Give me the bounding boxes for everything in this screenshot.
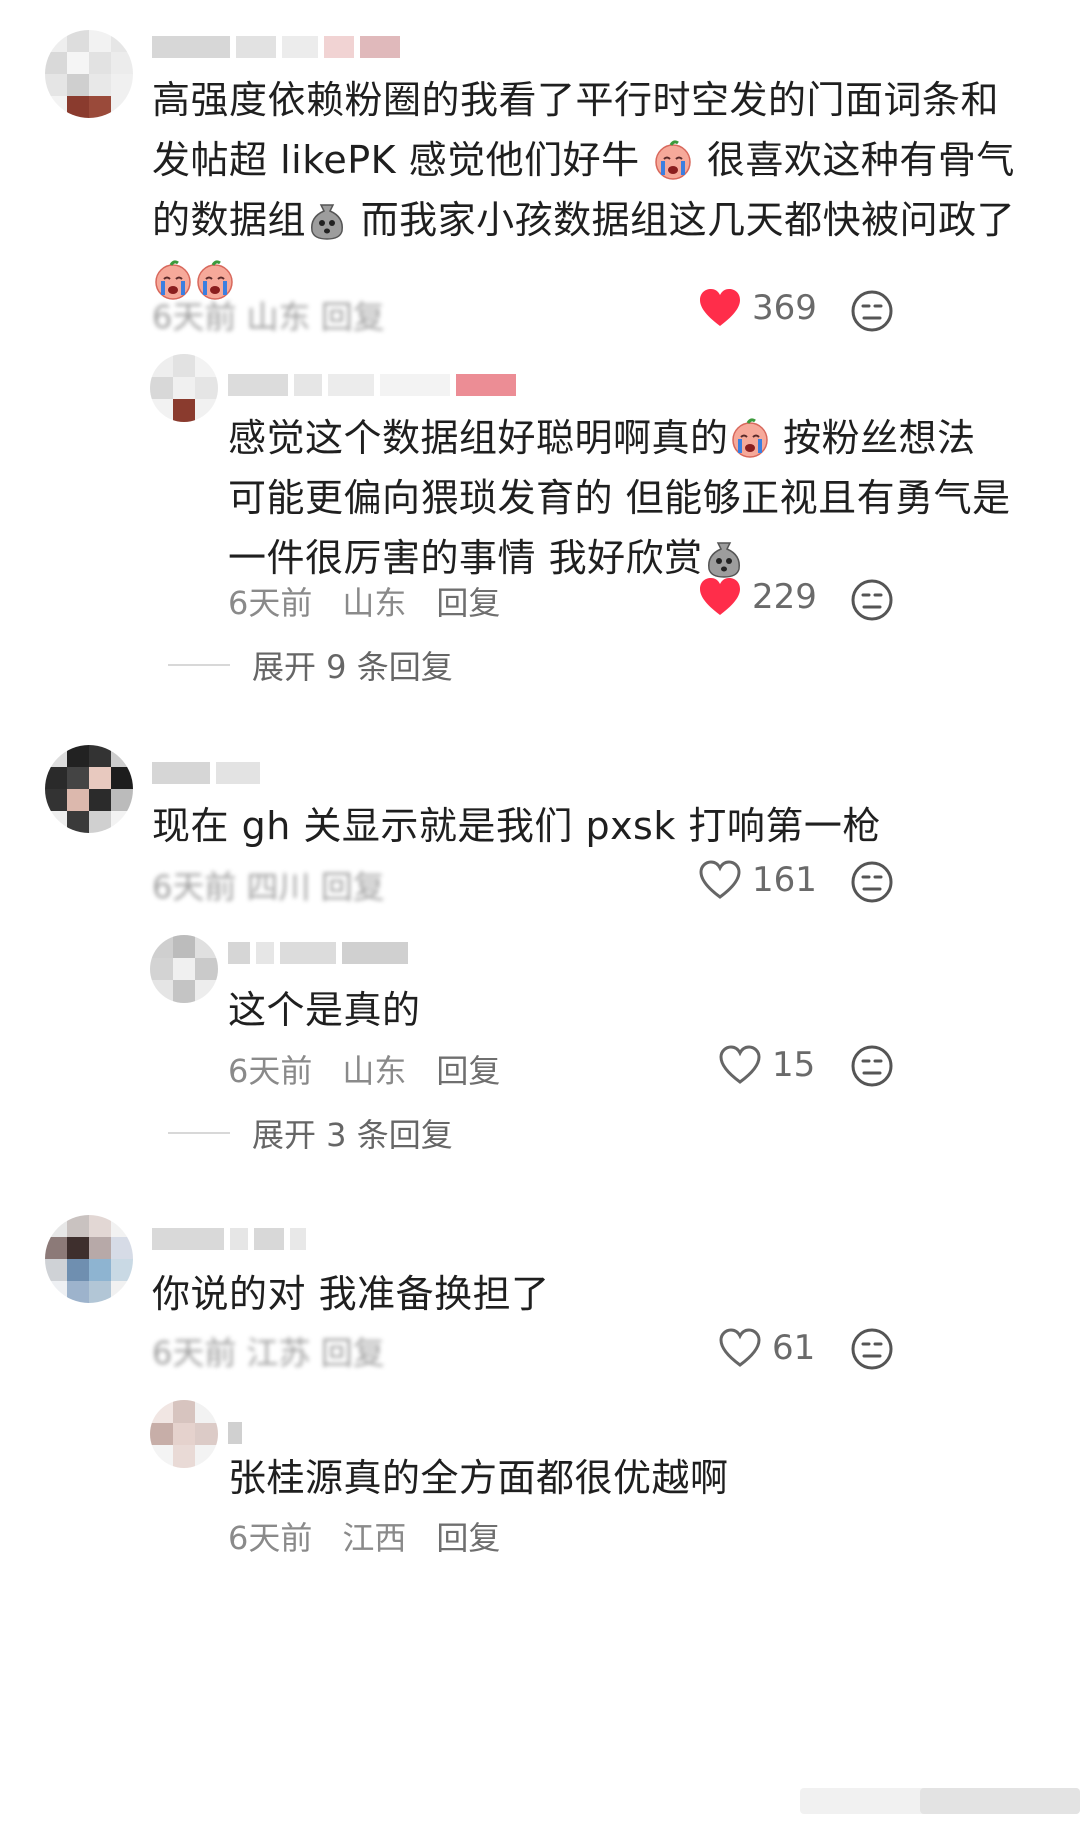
username-blurred[interactable] <box>228 940 408 966</box>
avatar[interactable] <box>45 30 133 118</box>
avatar[interactable] <box>45 1215 133 1303</box>
username-blurred[interactable] <box>152 34 400 60</box>
comment-text: 现在 gh 关显示就是我们 pxsk 打响第一枪 <box>152 804 881 848</box>
avatar[interactable] <box>150 935 218 1003</box>
like-button[interactable]: 369 <box>698 288 817 328</box>
comment-meta: 6天前 山东 回复 <box>228 578 500 624</box>
comment-meta: 6天前 江西 回复 <box>228 1513 500 1559</box>
comment-meta: 6天前 山东 回复 <box>228 1046 500 1092</box>
comment-text: 张桂源真的全方面都很优越啊 <box>228 1456 729 1500</box>
heart-icon <box>698 577 742 617</box>
crying-emoji-icon <box>729 417 771 459</box>
dislike-face-icon[interactable] <box>850 1327 894 1371</box>
like-count: 229 <box>752 577 817 617</box>
comment-text: 感觉这个数据组好聪明啊真的 按粉丝想法 可能更偏向猥琐发育的 但能够正视且有勇气… <box>228 416 1011 580</box>
heart-icon <box>698 860 742 900</box>
comment-text: 高强度依赖粉圈的我看了平行时空发的门面词条和 发帖超 likePK 感觉他们好牛… <box>152 70 1032 310</box>
expand-replies-button[interactable]: 展开 3 条回复 <box>168 1110 453 1156</box>
reply-button[interactable]: 回复 <box>436 578 500 624</box>
avatar[interactable] <box>150 354 218 422</box>
comment-location: 山东 <box>342 584 407 622</box>
crying-emoji-icon <box>652 139 694 181</box>
like-count: 61 <box>772 1328 816 1368</box>
heart-icon <box>718 1045 762 1085</box>
username-blurred[interactable] <box>228 1420 242 1446</box>
heart-icon <box>698 288 742 328</box>
like-button[interactable]: 229 <box>698 577 817 617</box>
divider <box>168 664 230 666</box>
comment-meta-blurred: 6天前 四川 回复 <box>152 868 385 906</box>
dislike-face-icon[interactable] <box>850 860 894 904</box>
avatar[interactable] <box>45 745 133 833</box>
like-count: 161 <box>752 860 817 900</box>
comment-meta-blurred: 6天前 江苏 回复 <box>152 1334 385 1372</box>
comment-location: 山东 <box>342 1052 407 1090</box>
dislike-face-icon[interactable] <box>850 1044 894 1088</box>
sack-emoji-icon <box>703 537 745 579</box>
scroll-indicator <box>800 1788 1080 1814</box>
comment-time: 6天前 <box>228 1519 313 1557</box>
comment-time: 6天前 <box>228 1052 313 1090</box>
comment-text: 你说的对 我准备换担了 <box>152 1272 550 1316</box>
heart-icon <box>718 1328 762 1368</box>
like-button[interactable]: 15 <box>718 1045 815 1085</box>
comment-meta-blurred: 6天前 山东 回复 <box>152 298 385 336</box>
divider <box>168 1132 230 1134</box>
dislike-face-icon[interactable] <box>850 578 894 622</box>
like-count: 369 <box>752 288 817 328</box>
sack-emoji-icon <box>306 199 348 241</box>
reply-button[interactable]: 回复 <box>436 1046 500 1092</box>
comment-location: 江西 <box>342 1519 407 1557</box>
comment-text: 这个是真的 <box>228 988 421 1032</box>
like-button[interactable]: 61 <box>718 1328 815 1368</box>
comment-time: 6天前 <box>228 584 313 622</box>
dislike-face-icon[interactable] <box>850 289 894 333</box>
reply-button[interactable]: 回复 <box>436 1513 500 1559</box>
username-blurred[interactable] <box>152 760 260 786</box>
username-blurred[interactable] <box>152 1226 306 1252</box>
like-button[interactable]: 161 <box>698 860 817 900</box>
like-count: 15 <box>772 1045 816 1085</box>
expand-replies-button[interactable]: 展开 9 条回复 <box>168 642 453 688</box>
avatar[interactable] <box>150 1400 218 1468</box>
username-blurred[interactable] <box>228 372 516 398</box>
